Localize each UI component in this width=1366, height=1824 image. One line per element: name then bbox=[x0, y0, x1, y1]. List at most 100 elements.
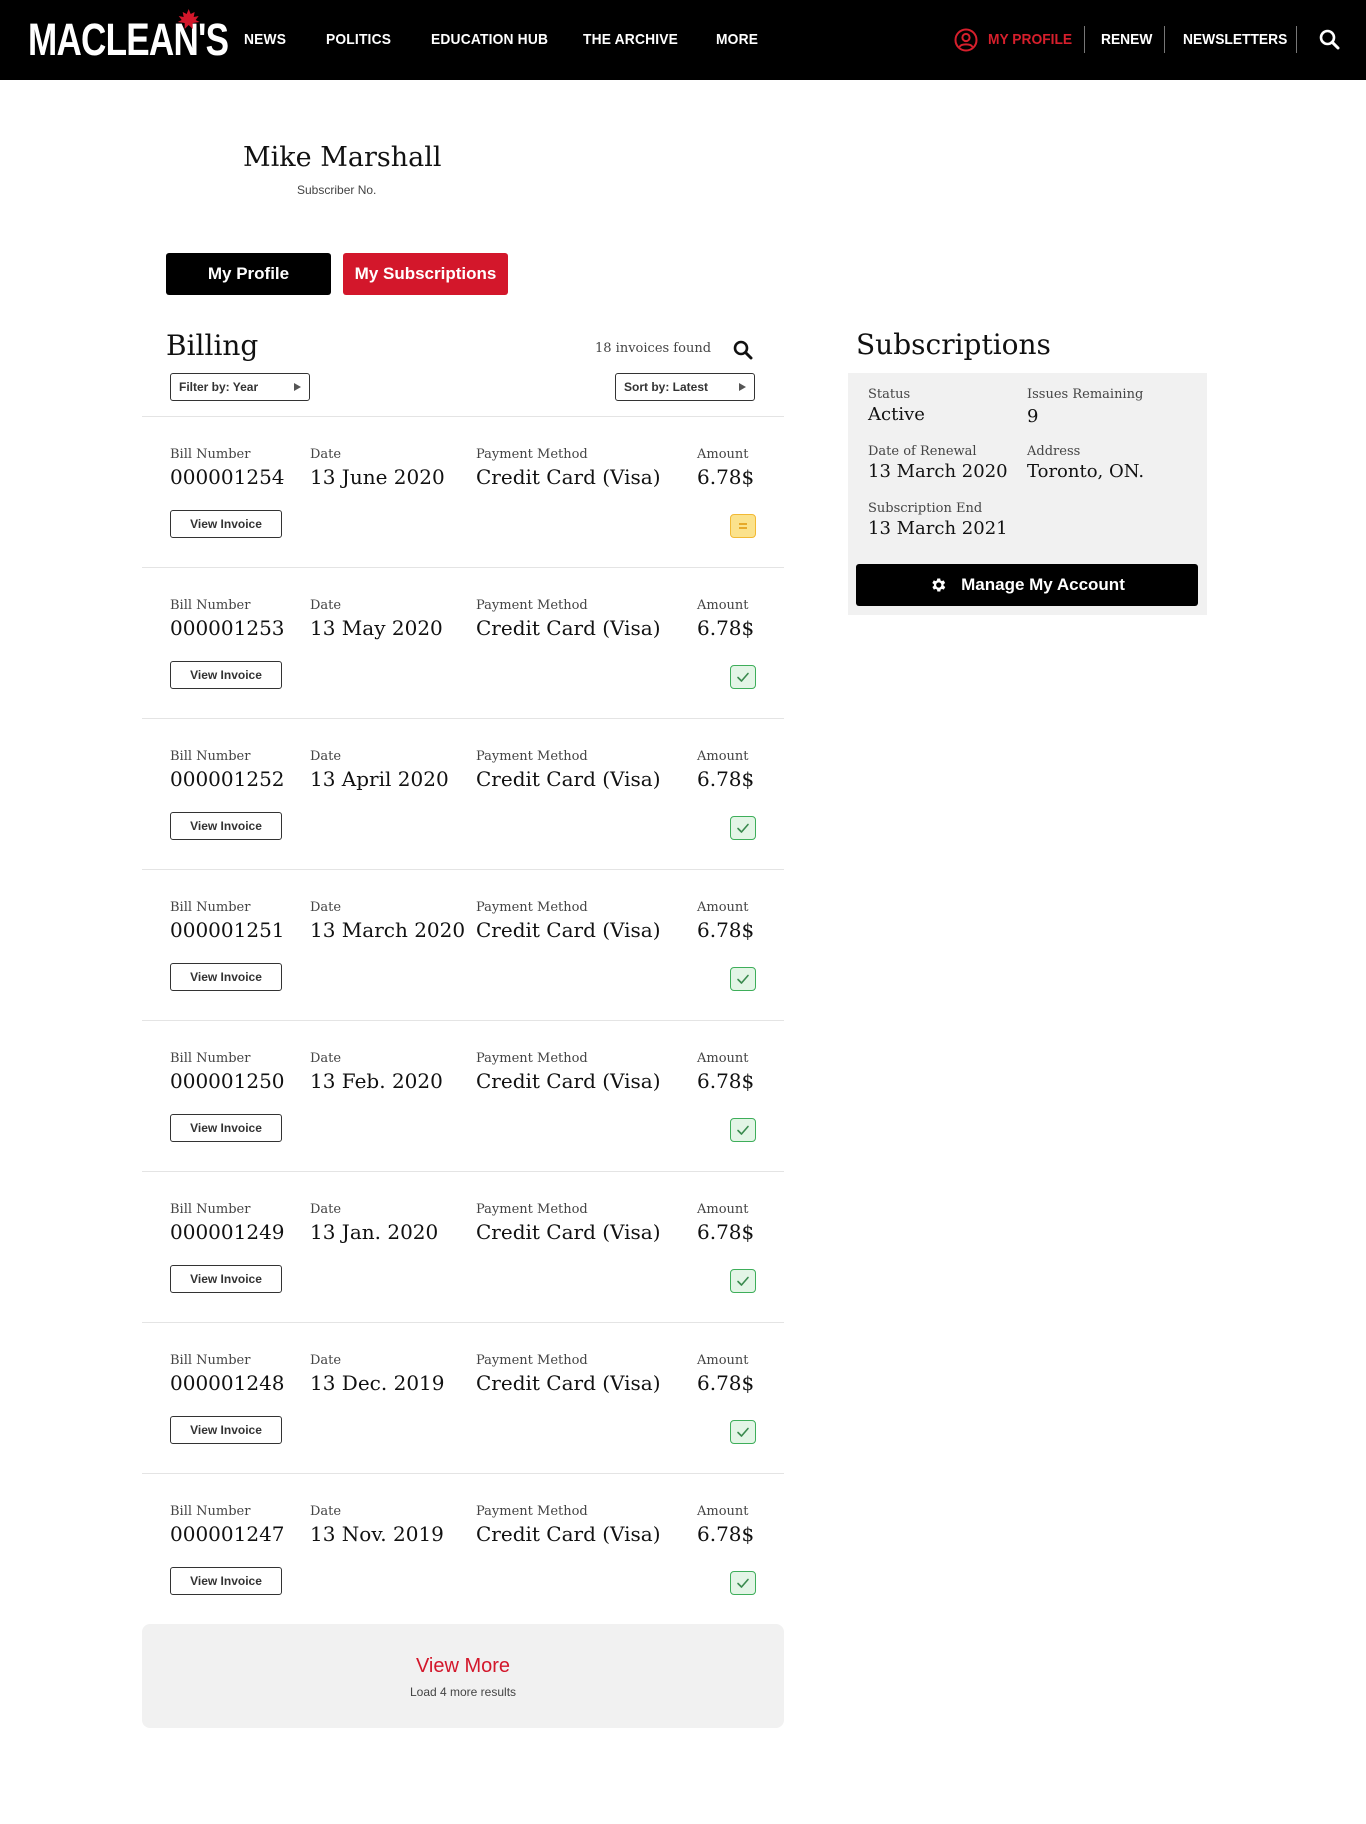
amount-label: Amount bbox=[697, 598, 749, 613]
amount-label: Amount bbox=[697, 900, 749, 915]
newsletters-link[interactable]: NEWSLETTERS bbox=[1183, 31, 1287, 48]
nav-news[interactable]: NEWS bbox=[244, 31, 286, 48]
subscriber-number-label: Subscriber No. bbox=[297, 183, 377, 197]
sort-dropdown[interactable]: Sort by: Latest bbox=[615, 373, 755, 401]
view-invoice-button[interactable]: View Invoice bbox=[170, 963, 282, 991]
payment-method: Credit Card (Visa) bbox=[476, 465, 661, 489]
invoice-date: 13 Jan. 2020 bbox=[310, 1220, 439, 1244]
paid-check-icon bbox=[730, 665, 756, 689]
date-label: Date bbox=[310, 749, 342, 764]
gear-icon bbox=[932, 578, 946, 592]
pending-status-icon bbox=[730, 514, 756, 538]
address-label: Address bbox=[1027, 444, 1081, 459]
invoice-amount: 6.78$ bbox=[697, 465, 755, 489]
subscription-card: Status Active Issues Remaining 9 Date of… bbox=[848, 373, 1207, 615]
paid-check-icon bbox=[730, 1118, 756, 1142]
bill-number: 000001248 bbox=[170, 1371, 285, 1395]
amount-label: Amount bbox=[697, 1353, 749, 1368]
nav-politics[interactable]: POLITICS bbox=[326, 31, 391, 48]
nav-education-hub[interactable]: EDUCATION HUB bbox=[431, 31, 548, 48]
invoice-count: 18 invoices found bbox=[595, 341, 712, 356]
payment-method-label: Payment Method bbox=[476, 598, 588, 613]
paid-check-icon bbox=[730, 1269, 756, 1293]
renew-link[interactable]: RENEW bbox=[1101, 31, 1152, 48]
filter-year-dropdown[interactable]: Filter by: Year bbox=[170, 373, 310, 401]
bill-number-label: Bill Number bbox=[170, 1504, 251, 1519]
billing-title: Billing bbox=[166, 329, 259, 362]
search-icon[interactable] bbox=[733, 340, 753, 360]
manage-account-button[interactable]: Manage My Account bbox=[856, 564, 1198, 606]
bill-number-label: Bill Number bbox=[170, 1051, 251, 1066]
invoice-amount: 6.78$ bbox=[697, 616, 755, 640]
tab-my-profile[interactable]: My Profile bbox=[166, 253, 331, 295]
payment-method: Credit Card (Visa) bbox=[476, 1522, 661, 1546]
view-invoice-button[interactable]: View Invoice bbox=[170, 1416, 282, 1444]
view-more-button[interactable]: View More Load 4 more results bbox=[142, 1624, 784, 1728]
issues-remaining-label: Issues Remaining bbox=[1027, 387, 1144, 402]
amount-label: Amount bbox=[697, 1051, 749, 1066]
invoice-amount: 6.78$ bbox=[697, 1220, 755, 1244]
invoice-row: Bill Number 000001247 Date 13 Nov. 2019 … bbox=[142, 1473, 784, 1624]
paid-check-icon bbox=[730, 1420, 756, 1444]
bill-number: 000001252 bbox=[170, 767, 285, 791]
search-icon[interactable] bbox=[1319, 29, 1340, 50]
invoice-date: 13 June 2020 bbox=[310, 465, 445, 489]
payment-method: Credit Card (Visa) bbox=[476, 1371, 661, 1395]
payment-method-label: Payment Method bbox=[476, 1202, 588, 1217]
date-label: Date bbox=[310, 1353, 342, 1368]
my-profile-link[interactable]: MY PROFILE bbox=[988, 31, 1072, 48]
invoice-row: Bill Number 000001248 Date 13 Dec. 2019 … bbox=[142, 1322, 784, 1473]
invoice-date: 13 Feb. 2020 bbox=[310, 1069, 443, 1093]
status-value: Active bbox=[868, 404, 925, 425]
payment-method-label: Payment Method bbox=[476, 1504, 588, 1519]
invoice-date: 13 April 2020 bbox=[310, 767, 449, 791]
nav-the-archive[interactable]: THE ARCHIVE bbox=[583, 31, 678, 48]
user-circle-icon[interactable] bbox=[954, 28, 978, 52]
amount-label: Amount bbox=[697, 447, 749, 462]
site-header: MACLEAN'S NEWS POLITICS EDUCATION HUB TH… bbox=[0, 0, 1366, 80]
invoice-row: Bill Number 000001253 Date 13 May 2020 P… bbox=[142, 567, 784, 718]
date-label: Date bbox=[310, 900, 342, 915]
amount-label: Amount bbox=[697, 1202, 749, 1217]
date-label: Date bbox=[310, 1504, 342, 1519]
filter-year-label: Filter by: Year bbox=[179, 380, 259, 394]
date-label: Date bbox=[310, 1051, 342, 1066]
view-more-subtext: Load 4 more results bbox=[409, 1685, 517, 1699]
macleans-logo[interactable]: MACLEAN'S bbox=[28, 9, 229, 63]
header-divider bbox=[1296, 26, 1297, 53]
tab-my-subscriptions[interactable]: My Subscriptions bbox=[343, 253, 508, 295]
bill-number-label: Bill Number bbox=[170, 598, 251, 613]
paid-check-icon bbox=[730, 1571, 756, 1595]
manage-account-label: Manage My Account bbox=[961, 575, 1125, 594]
invoice-date: 13 Nov. 2019 bbox=[310, 1522, 444, 1546]
nav-more[interactable]: MORE bbox=[716, 31, 758, 48]
invoice-amount: 6.78$ bbox=[697, 918, 755, 942]
renewal-date-label: Date of Renewal bbox=[868, 444, 977, 459]
bill-number: 000001247 bbox=[170, 1522, 285, 1546]
caret-right-icon bbox=[294, 383, 301, 391]
view-invoice-button[interactable]: View Invoice bbox=[170, 510, 282, 538]
view-invoice-button[interactable]: View Invoice bbox=[170, 661, 282, 689]
bill-number-label: Bill Number bbox=[170, 1353, 251, 1368]
issues-remaining-value: 9 bbox=[1027, 406, 1039, 427]
user-name: Mike Marshall bbox=[243, 142, 442, 173]
invoice-list: Bill Number 000001254 Date 13 June 2020 … bbox=[142, 416, 784, 1624]
invoice-amount: 6.78$ bbox=[697, 1371, 755, 1395]
view-invoice-button[interactable]: View Invoice bbox=[170, 1567, 282, 1595]
view-invoice-button[interactable]: View Invoice bbox=[170, 812, 282, 840]
subscriptions-title: Subscriptions bbox=[856, 328, 1051, 361]
view-more-label: View More bbox=[415, 1655, 511, 1677]
status-label: Status bbox=[868, 387, 911, 402]
bill-number: 000001249 bbox=[170, 1220, 285, 1244]
view-invoice-button[interactable]: View Invoice bbox=[170, 1114, 282, 1142]
date-label: Date bbox=[310, 598, 342, 613]
payment-method: Credit Card (Visa) bbox=[476, 918, 661, 942]
invoice-row: Bill Number 000001252 Date 13 April 2020… bbox=[142, 718, 784, 869]
date-label: Date bbox=[310, 1202, 342, 1217]
invoice-row: Bill Number 000001249 Date 13 Jan. 2020 … bbox=[142, 1171, 784, 1322]
amount-label: Amount bbox=[697, 749, 749, 764]
payment-method-label: Payment Method bbox=[476, 749, 588, 764]
bill-number-label: Bill Number bbox=[170, 447, 251, 462]
invoice-date: 13 May 2020 bbox=[310, 616, 443, 640]
view-invoice-button[interactable]: View Invoice bbox=[170, 1265, 282, 1293]
